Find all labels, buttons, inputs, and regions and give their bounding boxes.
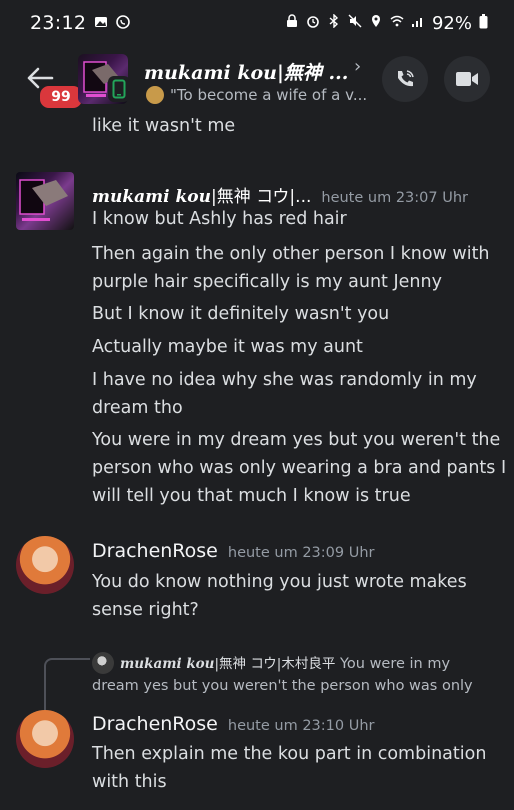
avatar[interactable] xyxy=(16,536,74,594)
bluetooth-icon xyxy=(327,14,341,32)
message-line: person who was only wearing a bra and pa… xyxy=(92,458,507,478)
message-line: with this xyxy=(92,772,167,792)
signal-icon xyxy=(411,14,425,32)
alarm-icon xyxy=(306,14,320,32)
message-line: Actually maybe it was my aunt xyxy=(92,337,363,357)
avatar[interactable] xyxy=(16,172,74,230)
message-line: Then explain me the kou part in combinat… xyxy=(92,744,487,764)
message-line: You were in my dream yes but you weren't… xyxy=(92,430,501,450)
reply-author: mukami kou|無神 コウ|木村良平 xyxy=(120,656,336,672)
reply-text-line: You were in my xyxy=(335,656,451,672)
wifi-icon xyxy=(390,14,404,32)
channel-status[interactable]: "To become a wife of a v... xyxy=(146,86,367,104)
message-timestamp: heute um 23:07 Uhr xyxy=(321,190,468,206)
battery-icon xyxy=(479,13,488,33)
voice-call-button[interactable] xyxy=(382,56,428,102)
status-text: "To become a wife of a v... xyxy=(170,86,368,104)
chevron-right-icon[interactable]: › xyxy=(354,56,361,77)
mute-icon xyxy=(348,14,362,32)
reply-text-line[interactable]: dream yes but you weren't the person who… xyxy=(92,678,473,694)
message-line: purple hair specifically is my aunt Jenn… xyxy=(92,272,442,292)
author-name[interactable]: DrachenRose xyxy=(92,713,218,735)
status-emoji-icon xyxy=(146,86,164,104)
author-name[interactable]: mukami kou|無神 コウ|... xyxy=(92,182,311,207)
author-name[interactable]: DrachenRose xyxy=(92,540,218,562)
reply-connector xyxy=(44,658,90,710)
message-line: Then again the only other person I know … xyxy=(92,244,490,264)
channel-header: 99 mukami kou|無神 ... › "To become a wife… xyxy=(0,46,514,112)
status-bar: 23:12 92% xyxy=(0,0,514,46)
message-timestamp: heute um 23:09 Uhr xyxy=(227,545,375,561)
message-header: mukami kou|無神 コウ|... heute um 23:07 Uhr xyxy=(92,182,468,207)
mobile-status-icon xyxy=(108,76,130,102)
status-time: 23:12 xyxy=(30,12,87,34)
message-timestamp: heute um 23:10 Uhr xyxy=(227,718,375,734)
message-line: sense right? xyxy=(92,600,199,620)
video-call-button[interactable] xyxy=(444,56,490,102)
message-header: DrachenRose heute um 23:10 Uhr xyxy=(92,713,374,735)
gallery-icon xyxy=(94,14,108,33)
message-line: You do know nothing you just wrote makes xyxy=(92,572,467,592)
reply-preview[interactable]: mukami kou|無神 コウ|木村良平 You were in my xyxy=(120,652,450,672)
lock-icon xyxy=(285,14,299,32)
avatar[interactable] xyxy=(16,710,74,768)
message-line: like it wasn't me xyxy=(92,116,236,136)
phone-call-icon xyxy=(398,70,414,87)
battery-level: 92% xyxy=(431,12,472,34)
message-line: But I know it definitely wasn't you xyxy=(92,304,390,324)
whatsapp-icon xyxy=(116,14,131,33)
location-icon xyxy=(369,14,383,32)
message-header: DrachenRose heute um 23:09 Uhr xyxy=(92,540,374,562)
message-line: I know but Ashly has red hair xyxy=(92,209,347,229)
reply-avatar[interactable] xyxy=(92,652,114,674)
message-line: will tell you that much I know is true xyxy=(92,486,411,506)
message-line: dream tho xyxy=(92,398,183,418)
message-line: I have no idea why she was randomly in m… xyxy=(92,370,477,390)
video-camera-icon xyxy=(456,72,478,86)
channel-title[interactable]: mukami kou|無神 ... xyxy=(144,58,348,85)
message-list[interactable]: like it wasn't me mukami kou|無神 コウ|... h… xyxy=(0,112,514,810)
